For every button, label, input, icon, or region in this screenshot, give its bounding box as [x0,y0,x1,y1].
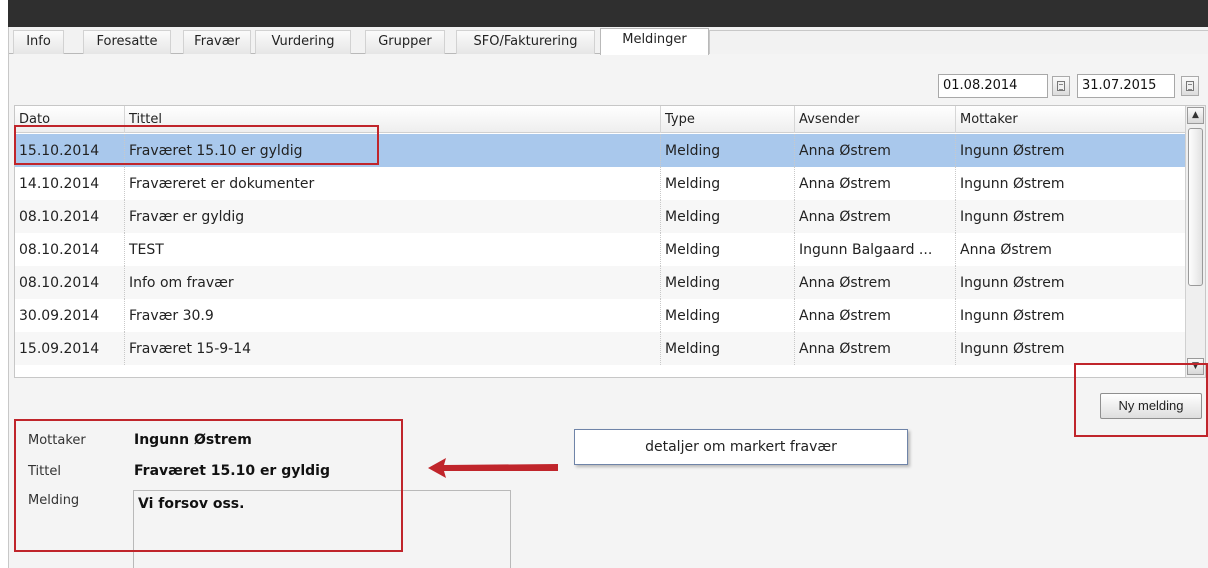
cell-mottaker: Anna Østrem [960,242,1052,258]
date-to-picker-button[interactable] [1181,76,1199,96]
cell-tittel: Fravær 30.9 [125,299,661,332]
tab-strip: Info Foresatte Fravær Vurdering Grupper … [9,27,1208,55]
column-header-dato[interactable]: Dato [15,106,125,133]
cell-avsender: Anna Østrem [795,332,956,365]
scroll-thumb[interactable] [1188,128,1203,286]
tab-sfo-fakturering[interactable]: SFO/Fakturering [456,30,595,54]
cell-type: Melding [661,134,795,167]
date-to-field[interactable]: 31.07.2015 [1077,74,1175,98]
cell-mottaker: Ingunn Østrem [960,275,1065,291]
cell-type: Melding [661,332,795,365]
cell-tittel: Fraværeret er dokumenter [125,167,661,200]
column-header-avsender[interactable]: Avsender [795,106,956,133]
scroll-up-button[interactable]: ▲ [1187,107,1204,124]
student-panel: Info Foresatte Fravær Vurdering Grupper … [8,27,1208,568]
scroll-down-button[interactable]: ▼ [1187,358,1204,375]
calendar-icon [1057,81,1065,91]
cell-mottaker: Ingunn Østrem [960,176,1065,192]
date-from-field[interactable]: 01.08.2014 [938,74,1048,98]
messages-grid: Dato Tittel Type Avsender Mottaker 15.10… [14,105,1206,378]
arrow-down-icon: ▼ [1192,361,1199,371]
cell-type: Melding [661,233,795,266]
arrow-up-icon: ▲ [1192,110,1199,120]
title-label: Tittel [28,464,61,479]
cell-tittel: Info om fravær [125,266,661,299]
tab-info[interactable]: Info [13,30,64,54]
tab-grupper[interactable]: Grupper [365,30,445,54]
new-message-button[interactable]: Ny melding [1100,393,1202,419]
tab-fravaer[interactable]: Fravær [183,30,251,54]
cell-dato: 08.10.2014 [15,200,125,233]
cell-type: Melding [661,266,795,299]
column-header-mottaker[interactable]: Mottaker [956,106,1185,133]
message-body: Vi forsov oss. [133,490,511,568]
date-from-picker-button[interactable] [1052,76,1070,96]
recipient-value: Ingunn Østrem [134,432,252,448]
cell-dato: 15.10.2014 [15,134,125,167]
cell-mottaker: Ingunn Østrem [960,308,1065,324]
cell-tittel: TEST [125,233,661,266]
recipient-label: Mottaker [28,433,86,448]
table-row[interactable]: 15.09.2014 Fraværet 15-9-14 Melding Anna… [15,332,1185,365]
cell-avsender: Anna Østrem [795,134,956,167]
cell-avsender: Anna Østrem [795,266,956,299]
cell-tittel: Fraværet 15.10 er gyldig [125,134,661,167]
cell-tittel: Fravær er gyldig [125,200,661,233]
annotation-arrow-icon [428,458,558,478]
table-row[interactable]: 08.10.2014 Info om fravær Melding Anna Ø… [15,266,1185,299]
tab-foresatte[interactable]: Foresatte [83,30,171,54]
grid-header: Dato Tittel Type Avsender Mottaker [15,106,1185,133]
table-row[interactable]: 08.10.2014 TEST Melding Ingunn Balgaard … [15,233,1185,266]
cell-mottaker: Ingunn Østrem [960,209,1065,225]
column-header-type[interactable]: Type [661,106,795,133]
cell-dato: 15.09.2014 [15,332,125,365]
table-row[interactable]: 08.10.2014 Fravær er gyldig Melding Anna… [15,200,1185,233]
tab-vurdering[interactable]: Vurdering [255,30,351,54]
cell-dato: 30.09.2014 [15,299,125,332]
calendar-icon [1186,81,1194,91]
cell-type: Melding [661,299,795,332]
tab-strip-filler [709,30,1208,54]
cell-mottaker: Ingunn Østrem [960,143,1065,159]
top-bar [8,0,1208,27]
cell-avsender: Anna Østrem [795,167,956,200]
annotation-callout: detaljer om markert fravær [574,429,908,465]
cell-dato: 08.10.2014 [15,266,125,299]
cell-mottaker: Ingunn Østrem [960,341,1065,357]
cell-dato: 14.10.2014 [15,167,125,200]
column-header-tittel[interactable]: Tittel [125,106,661,133]
cell-avsender: Anna Østrem [795,299,956,332]
table-row[interactable]: 15.10.2014 Fraværet 15.10 er gyldig Meld… [15,134,1185,167]
cell-dato: 08.10.2014 [15,233,125,266]
cell-tittel: Fraværet 15-9-14 [125,332,661,365]
grid-scrollbar[interactable]: ▲ ▼ [1185,106,1205,377]
cell-type: Melding [661,167,795,200]
cell-avsender: Anna Østrem [795,200,956,233]
table-row[interactable]: 30.09.2014 Fravær 30.9 Melding Anna Østr… [15,299,1185,332]
table-row[interactable]: 14.10.2014 Fraværeret er dokumenter Meld… [15,167,1185,200]
tab-meldinger[interactable]: Meldinger [600,28,709,55]
cell-avsender: Ingunn Balgaard ... [795,233,956,266]
title-value: Fraværet 15.10 er gyldig [134,463,330,479]
message-label: Melding [28,493,80,508]
cell-type: Melding [661,200,795,233]
